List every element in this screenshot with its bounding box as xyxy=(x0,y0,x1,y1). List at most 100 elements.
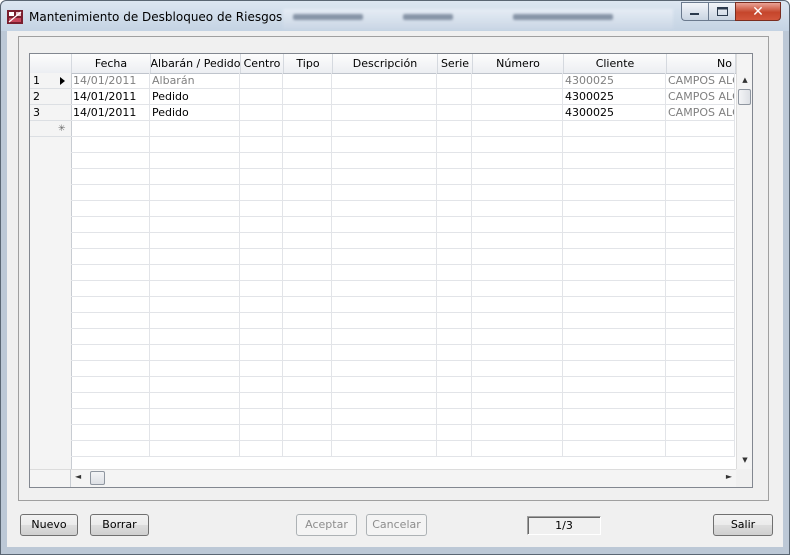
cell-numero[interactable] xyxy=(472,121,563,136)
cell-cliente[interactable] xyxy=(563,313,666,328)
cell-centro[interactable] xyxy=(240,201,283,216)
cell-tipo[interactable] xyxy=(283,185,332,200)
empty-row[interactable] xyxy=(71,377,735,393)
cell-fecha[interactable] xyxy=(71,233,150,248)
cell-albaran-pedido[interactable] xyxy=(150,313,240,328)
cell-nombre[interactable] xyxy=(666,361,735,376)
cell-tipo[interactable] xyxy=(283,137,332,152)
cell-descripcion[interactable] xyxy=(332,393,437,408)
cell-descripcion[interactable] xyxy=(332,441,437,456)
column-header-centro[interactable]: Centro xyxy=(241,54,284,73)
cell-tipo[interactable] xyxy=(283,217,332,232)
cell-nombre[interactable] xyxy=(666,281,735,296)
cell-fecha[interactable] xyxy=(71,441,150,456)
row-header-1[interactable]: 1 xyxy=(30,73,71,89)
cell-serie[interactable] xyxy=(437,265,472,280)
cell-cliente[interactable] xyxy=(563,137,666,152)
cell-serie[interactable] xyxy=(437,441,472,456)
cell-fecha[interactable] xyxy=(71,393,150,408)
cell-fecha[interactable] xyxy=(71,169,150,184)
empty-row[interactable] xyxy=(71,281,735,297)
cell-centro[interactable] xyxy=(240,233,283,248)
empty-row[interactable] xyxy=(71,409,735,425)
cell-numero[interactable] xyxy=(472,297,563,312)
cell-tipo[interactable] xyxy=(283,281,332,296)
cell-tipo[interactable] xyxy=(283,345,332,360)
cell-nombre[interactable] xyxy=(666,313,735,328)
cell-cliente[interactable] xyxy=(563,409,666,424)
cell-albaran-pedido[interactable] xyxy=(150,201,240,216)
cell-nombre[interactable] xyxy=(666,345,735,360)
cell-tipo[interactable] xyxy=(283,313,332,328)
cell-albaran-pedido[interactable] xyxy=(150,361,240,376)
cell-numero[interactable] xyxy=(472,393,563,408)
column-header-cliente[interactable]: Cliente xyxy=(564,54,667,73)
cell-fecha[interactable] xyxy=(71,425,150,440)
cell-serie[interactable] xyxy=(437,281,472,296)
cell-tipo[interactable] xyxy=(283,265,332,280)
salir-button[interactable]: Salir xyxy=(713,514,773,536)
cell-fecha[interactable] xyxy=(71,409,150,424)
horizontal-scrollbar[interactable]: ◄ ► xyxy=(71,469,736,487)
cell-descripcion[interactable] xyxy=(332,105,437,120)
cell-descripcion[interactable] xyxy=(332,153,437,168)
empty-row[interactable] xyxy=(71,153,735,169)
cell-cliente[interactable]: 4300025 xyxy=(563,105,666,120)
cell-descripcion[interactable] xyxy=(332,361,437,376)
close-button[interactable]: ✕ xyxy=(735,2,781,21)
cell-descripcion[interactable] xyxy=(332,345,437,360)
empty-row[interactable] xyxy=(71,233,735,249)
column-header-descripcion[interactable]: Descripción xyxy=(333,54,438,73)
cell-tipo[interactable] xyxy=(283,377,332,392)
cell-serie[interactable] xyxy=(437,297,472,312)
cell-cliente[interactable] xyxy=(563,393,666,408)
cell-albaran-pedido[interactable] xyxy=(150,329,240,344)
cell-centro[interactable] xyxy=(240,361,283,376)
cell-nombre[interactable] xyxy=(666,153,735,168)
cell-nombre[interactable] xyxy=(666,425,735,440)
scroll-right-arrow-icon[interactable]: ► xyxy=(726,472,732,481)
empty-row[interactable] xyxy=(71,265,735,281)
cell-numero[interactable] xyxy=(472,425,563,440)
cell-serie[interactable] xyxy=(437,105,472,120)
cell-fecha[interactable]: 14/01/2011 xyxy=(71,73,150,88)
cell-nombre[interactable] xyxy=(666,137,735,152)
cell-centro[interactable] xyxy=(240,281,283,296)
empty-row[interactable] xyxy=(71,185,735,201)
cell-tipo[interactable] xyxy=(283,425,332,440)
cell-fecha[interactable] xyxy=(71,281,150,296)
cell-nombre[interactable] xyxy=(666,441,735,456)
cell-fecha[interactable] xyxy=(71,249,150,264)
cell-albaran-pedido[interactable] xyxy=(150,297,240,312)
cell-tipo[interactable] xyxy=(283,89,332,104)
cell-cliente[interactable] xyxy=(563,201,666,216)
cell-nombre[interactable] xyxy=(666,265,735,280)
cell-serie[interactable] xyxy=(437,169,472,184)
cell-descripcion[interactable] xyxy=(332,217,437,232)
column-header-serie[interactable]: Serie xyxy=(438,54,473,73)
cell-nombre[interactable]: CAMPOS ALC xyxy=(666,105,735,120)
cell-albaran-pedido[interactable] xyxy=(150,169,240,184)
cell-cliente[interactable] xyxy=(563,329,666,344)
cell-tipo[interactable] xyxy=(283,441,332,456)
empty-row[interactable] xyxy=(71,137,735,153)
cell-numero[interactable] xyxy=(472,377,563,392)
cell-cliente[interactable] xyxy=(563,361,666,376)
cell-albaran-pedido[interactable] xyxy=(150,409,240,424)
cell-serie[interactable] xyxy=(437,217,472,232)
cell-numero[interactable] xyxy=(472,281,563,296)
row-header-3[interactable]: 3 xyxy=(30,105,71,121)
cell-tipo[interactable] xyxy=(283,169,332,184)
cell-numero[interactable] xyxy=(472,329,563,344)
cell-descripcion[interactable] xyxy=(332,281,437,296)
cell-fecha[interactable] xyxy=(71,137,150,152)
cell-cliente[interactable] xyxy=(563,281,666,296)
cell-centro[interactable] xyxy=(240,185,283,200)
cancelar-button[interactable]: Cancelar xyxy=(366,514,427,536)
cell-centro[interactable] xyxy=(240,409,283,424)
cell-fecha[interactable] xyxy=(71,377,150,392)
cell-numero[interactable] xyxy=(472,137,563,152)
nuevo-button[interactable]: Nuevo xyxy=(20,514,78,536)
cell-centro[interactable] xyxy=(240,217,283,232)
cell-serie[interactable] xyxy=(437,409,472,424)
